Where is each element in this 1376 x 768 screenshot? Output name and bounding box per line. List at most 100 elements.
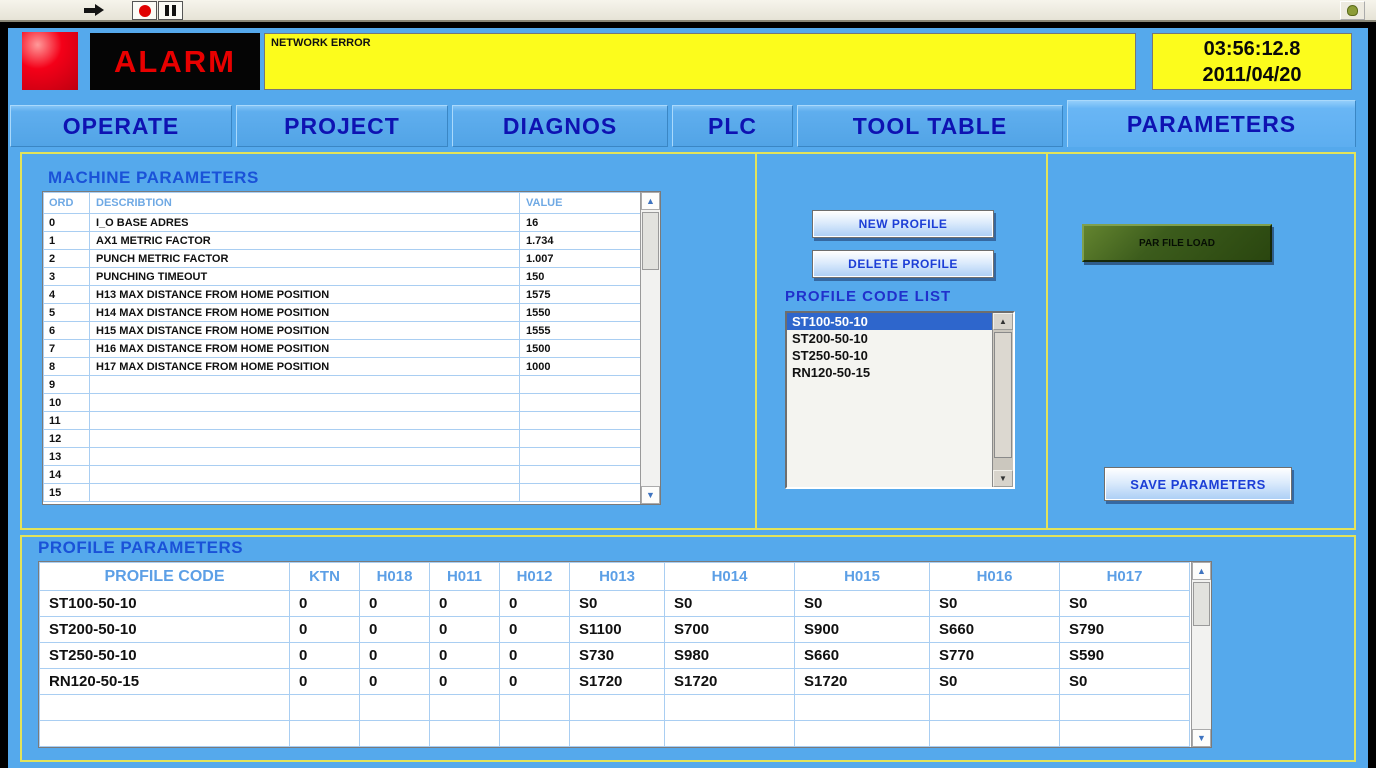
- scroll-down-button[interactable]: ▼: [641, 486, 660, 504]
- help-button[interactable]: [1340, 1, 1365, 20]
- cell-value: 0: [500, 617, 570, 643]
- column-header: H012: [500, 563, 570, 591]
- cell-ord: 5: [44, 304, 90, 322]
- cell-ord: 9: [44, 376, 90, 394]
- cell-profile-code: ST200-50-10: [40, 617, 290, 643]
- tab-plc[interactable]: PLC: [672, 105, 793, 147]
- machine-parameter-row[interactable]: 4H13 MAX DISTANCE FROM HOME POSITION1575: [44, 286, 641, 304]
- cell-description: H16 MAX DISTANCE FROM HOME POSITION: [90, 340, 520, 358]
- cell-value: 1.734: [520, 232, 641, 250]
- machine-parameter-row[interactable]: 1AX1 METRIC FACTOR1.734: [44, 232, 641, 250]
- profile-code-item[interactable]: ST200-50-10: [787, 330, 992, 347]
- machine-parameter-row[interactable]: 14: [44, 466, 641, 484]
- scroll-up-button[interactable]: ▲: [1192, 562, 1211, 580]
- profile-code-item[interactable]: ST250-50-10: [787, 347, 992, 364]
- machine-table-scrollbar[interactable]: ▲ ▼: [640, 192, 660, 504]
- cell-value: S790: [1060, 617, 1190, 643]
- profile-parameters-row[interactable]: ST100-50-100000S0S0S0S0S0: [40, 591, 1190, 617]
- profile-code-item[interactable]: RN120-50-15: [787, 364, 992, 381]
- pause-icon: [165, 5, 169, 16]
- profile-table-scrollbar[interactable]: ▲ ▼: [1191, 562, 1211, 747]
- cell-description: AX1 METRIC FACTOR: [90, 232, 520, 250]
- tab-project[interactable]: PROJECT: [236, 105, 448, 147]
- cell-value: 1555: [520, 322, 641, 340]
- tab-diagnos[interactable]: DIAGNOS: [452, 105, 668, 147]
- cell-value: [520, 430, 641, 448]
- column-header-ord: ORD: [44, 193, 90, 214]
- profile-parameters-row[interactable]: RN120-50-150000S1720S1720S1720S0S0: [40, 669, 1190, 695]
- profile-code-item[interactable]: ST100-50-10: [787, 313, 992, 330]
- cell-value: S660: [795, 643, 930, 669]
- machine-parameter-row[interactable]: 13: [44, 448, 641, 466]
- machine-parameters-header-row: ORDDESCRIBTIONVALUE: [44, 193, 641, 214]
- cell-value: S0: [795, 591, 930, 617]
- machine-parameter-row[interactable]: 8H17 MAX DISTANCE FROM HOME POSITION1000: [44, 358, 641, 376]
- scroll-thumb[interactable]: [642, 212, 659, 270]
- alarm-banner[interactable]: ALARM: [90, 33, 260, 90]
- cell-ord: 1: [44, 232, 90, 250]
- save-parameters-button[interactable]: SAVE PARAMETERS: [1104, 467, 1292, 501]
- cell-value: [520, 466, 641, 484]
- machine-parameter-row[interactable]: 6H15 MAX DISTANCE FROM HOME POSITION1555: [44, 322, 641, 340]
- scroll-thumb[interactable]: [1193, 582, 1210, 626]
- machine-parameter-row[interactable]: 5H14 MAX DISTANCE FROM HOME POSITION1550: [44, 304, 641, 322]
- cell-value: [430, 721, 500, 747]
- profile-parameters-table: PROFILE CODEKTNH018H011H012H013H014H015H…: [38, 561, 1212, 748]
- cell-ord: 12: [44, 430, 90, 448]
- machine-parameter-row[interactable]: 9: [44, 376, 641, 394]
- machine-parameter-row[interactable]: 2PUNCH METRIC FACTOR1.007: [44, 250, 641, 268]
- machine-parameter-row[interactable]: 0I_O BASE ADRES16: [44, 214, 641, 232]
- tab-tool-table[interactable]: TOOL TABLE: [797, 105, 1063, 147]
- cell-value: S700: [665, 617, 795, 643]
- cell-value: S590: [1060, 643, 1190, 669]
- cell-value: [570, 695, 665, 721]
- cell-value: S0: [930, 669, 1060, 695]
- cell-value: S0: [1060, 669, 1190, 695]
- scroll-up-button[interactable]: ▲: [641, 192, 660, 210]
- profile-parameters-row[interactable]: [40, 695, 1190, 721]
- record-button[interactable]: [132, 1, 157, 20]
- profile-parameters-row[interactable]: ST250-50-100000S730S980S660S770S590: [40, 643, 1190, 669]
- delete-profile-button[interactable]: DELETE PROFILE: [812, 250, 994, 278]
- profile-list-scrollbar[interactable]: ▲ ▼: [992, 313, 1013, 487]
- new-profile-button[interactable]: NEW PROFILE: [812, 210, 994, 238]
- cell-description: H17 MAX DISTANCE FROM HOME POSITION: [90, 358, 520, 376]
- par-file-load-button[interactable]: PAR FILE LOAD: [1082, 224, 1272, 262]
- scroll-down-button[interactable]: ▼: [993, 470, 1013, 487]
- cell-description: H15 MAX DISTANCE FROM HOME POSITION: [90, 322, 520, 340]
- forward-arrow-icon[interactable]: [84, 8, 95, 13]
- profile-parameters-row[interactable]: ST200-50-100000S1100S700S900S660S790: [40, 617, 1190, 643]
- pause-button[interactable]: [158, 1, 183, 20]
- cell-value: [500, 721, 570, 747]
- machine-parameter-row[interactable]: 15: [44, 484, 641, 502]
- column-header: H017: [1060, 563, 1190, 591]
- profile-parameters-row[interactable]: [40, 721, 1190, 747]
- cell-value: [520, 412, 641, 430]
- cell-description: I_O BASE ADRES: [90, 214, 520, 232]
- cell-value: [930, 721, 1060, 747]
- machine-parameter-row[interactable]: 11: [44, 412, 641, 430]
- scroll-down-button[interactable]: ▼: [1192, 729, 1211, 747]
- tab-operate[interactable]: OPERATE: [10, 105, 232, 147]
- cell-value: S0: [665, 591, 795, 617]
- alarm-indicator-lamp[interactable]: [22, 32, 78, 90]
- cell-value: S770: [930, 643, 1060, 669]
- scroll-thumb[interactable]: [994, 332, 1012, 458]
- cell-value: 0: [430, 643, 500, 669]
- machine-parameter-row[interactable]: 12: [44, 430, 641, 448]
- cell-value: [520, 394, 641, 412]
- screen-frame: ALARM NETWORK ERROR 03:56:12.8 2011/04/2…: [0, 22, 1376, 768]
- cell-value: 0: [290, 617, 360, 643]
- tab-parameters[interactable]: PARAMETERS: [1067, 100, 1356, 147]
- machine-parameter-row[interactable]: 10: [44, 394, 641, 412]
- cell-value: 1550: [520, 304, 641, 322]
- cell-value: [520, 376, 641, 394]
- machine-parameter-row[interactable]: 7H16 MAX DISTANCE FROM HOME POSITION1500: [44, 340, 641, 358]
- cell-description: PUNCH METRIC FACTOR: [90, 250, 520, 268]
- cell-description: [90, 484, 520, 502]
- cell-ord: 14: [44, 466, 90, 484]
- profile-parameters-header-row: PROFILE CODEKTNH018H011H012H013H014H015H…: [40, 563, 1190, 591]
- scroll-up-button[interactable]: ▲: [993, 313, 1013, 330]
- cell-value: S660: [930, 617, 1060, 643]
- machine-parameter-row[interactable]: 3PUNCHING TIMEOUT150: [44, 268, 641, 286]
